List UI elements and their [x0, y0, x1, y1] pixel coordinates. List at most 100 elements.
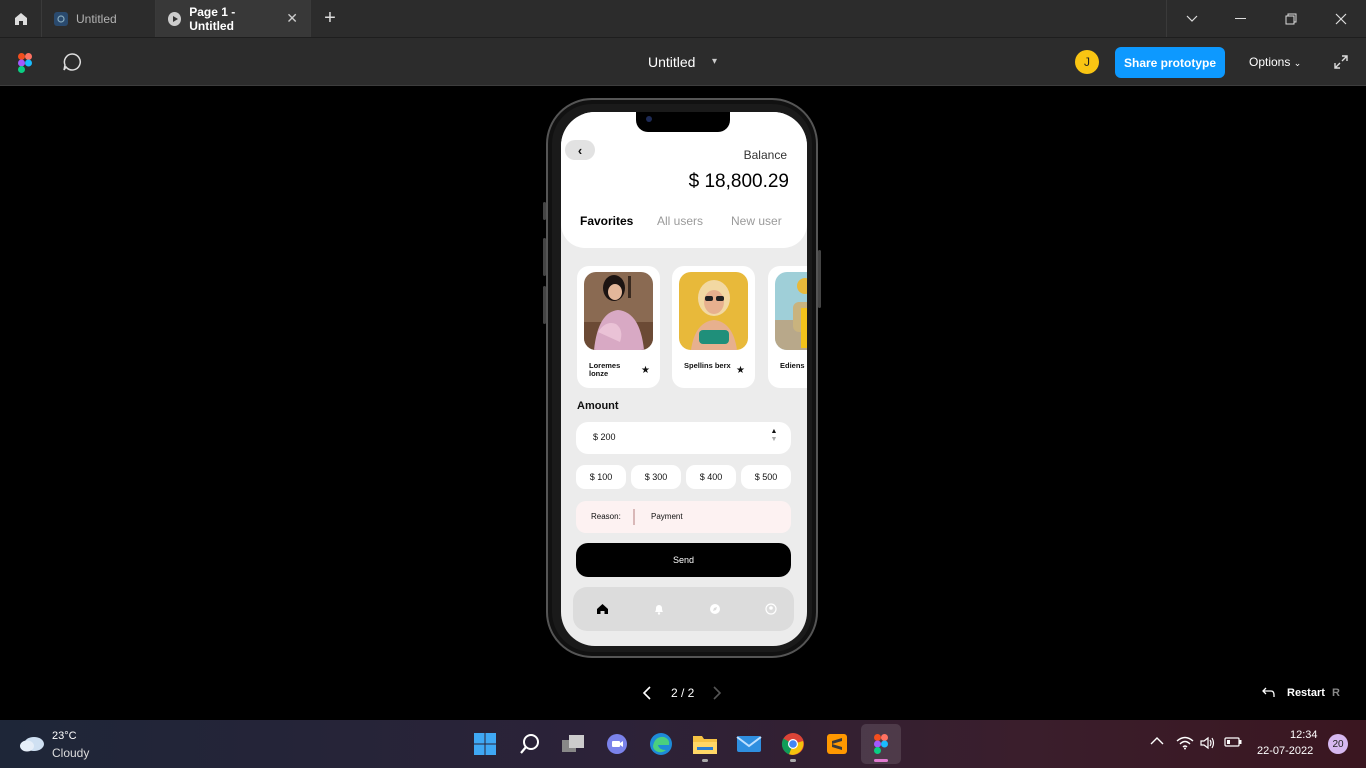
amount-chip-100[interactable]: $ 100	[576, 465, 626, 489]
window-tab-bar: Untitled Page 1 - Untitled ✕ +	[0, 0, 1366, 38]
amount-stepper[interactable]: ▲ ▼	[770, 428, 778, 446]
options-label: Options	[1249, 55, 1291, 69]
clock-date[interactable]: 22-07-2022	[1257, 745, 1313, 757]
side-button	[818, 250, 821, 308]
tab-label: Page 1 - Untitled	[189, 4, 236, 33]
favorite-card[interactable]: Loremes lonze ★	[577, 266, 660, 388]
tab-untitled[interactable]: Untitled	[42, 0, 156, 37]
running-indicator	[702, 759, 708, 762]
cloud-icon[interactable]	[18, 732, 46, 754]
figma-file-icon	[54, 11, 68, 26]
figma-button[interactable]	[861, 724, 901, 764]
next-frame-icon[interactable]	[711, 685, 723, 701]
amount-label: Amount	[577, 400, 619, 412]
figma-icon	[874, 734, 888, 754]
volume-icon[interactable]	[1200, 736, 1216, 750]
wifi-icon[interactable]	[1176, 736, 1194, 750]
tab-page-1[interactable]: Page 1 - Untitled ✕	[156, 0, 311, 37]
fullscreen-icon[interactable]	[1333, 54, 1349, 70]
windows-taskbar: 23°C Cloudy 12:34 22-07-2022 20	[0, 720, 1366, 768]
search-button[interactable]	[510, 724, 550, 764]
favorite-card[interactable]: Spellins berx ★	[672, 266, 755, 388]
close-tab-icon[interactable]: ✕	[286, 10, 298, 27]
comment-icon[interactable]	[62, 52, 82, 72]
minimize-button[interactable]	[1216, 0, 1266, 37]
home-icon[interactable]	[592, 599, 612, 619]
stepper-up-icon[interactable]: ▲	[770, 428, 778, 436]
tab-new-user[interactable]: New user	[731, 214, 782, 228]
close-icon	[1335, 13, 1347, 24]
sublime-text-button[interactable]	[817, 724, 857, 764]
chevron-down-icon: ⌄	[1293, 58, 1302, 68]
share-prototype-button[interactable]: Share prototype	[1115, 47, 1225, 78]
document-title[interactable]: Untitled	[648, 54, 695, 70]
user-name: Spellins berx	[684, 361, 731, 370]
reason-field[interactable]: Reason: Payment	[576, 501, 791, 533]
figma-logo-icon[interactable]	[18, 53, 32, 73]
previous-frame-icon[interactable]	[641, 685, 653, 701]
restore-icon	[1285, 13, 1297, 24]
tab-label: Untitled	[76, 11, 117, 26]
user-photo	[775, 272, 807, 350]
user-name: Loremes lonze	[589, 361, 621, 378]
play-icon	[168, 11, 182, 26]
minimize-icon	[1235, 17, 1246, 19]
tab-favorites[interactable]: Favorites	[580, 214, 633, 228]
send-button[interactable]: Send	[576, 543, 791, 577]
star-icon[interactable]: ★	[641, 365, 650, 376]
avatar[interactable]: J	[1075, 50, 1099, 74]
mail-button[interactable]	[729, 724, 769, 764]
balance-amount: $ 18,800.29	[688, 171, 789, 192]
edge-icon	[650, 733, 672, 755]
bell-icon[interactable]	[649, 599, 669, 619]
reason-value: Payment	[651, 512, 683, 521]
side-button	[543, 238, 546, 276]
battery-icon[interactable]	[1224, 736, 1242, 748]
running-indicator	[790, 759, 796, 762]
notification-badge[interactable]: 20	[1328, 734, 1348, 754]
home-icon	[14, 12, 27, 25]
video-chat-icon	[607, 734, 627, 754]
file-explorer-button[interactable]	[685, 724, 725, 764]
back-button[interactable]: ‹	[565, 140, 595, 160]
side-button	[543, 286, 546, 324]
search-icon	[520, 734, 539, 754]
reason-label: Reason:	[591, 512, 621, 521]
task-view-button[interactable]	[553, 724, 593, 764]
divider	[633, 509, 635, 525]
stepper-down-icon[interactable]: ▼	[770, 436, 778, 444]
restore-button[interactable]	[1266, 0, 1316, 37]
favorite-card[interactable]: Ediens letn	[768, 266, 807, 388]
compass-icon[interactable]	[705, 599, 725, 619]
weather-temperature[interactable]: 23°C	[52, 730, 77, 742]
edge-button[interactable]	[641, 724, 681, 764]
app-screen: ‹ Balance $ 18,800.29 Favorites All user…	[561, 112, 807, 646]
sublime-text-icon	[827, 734, 847, 754]
restart-button[interactable]: Restart	[1287, 687, 1325, 699]
folder-icon	[693, 736, 717, 754]
chevron-down-icon	[1186, 15, 1197, 22]
weather-description[interactable]: Cloudy	[52, 746, 89, 760]
tab-list-button[interactable]	[1166, 0, 1216, 37]
tab-all-users[interactable]: All users	[657, 214, 703, 228]
camera-icon	[646, 116, 652, 122]
home-button[interactable]	[0, 0, 42, 37]
close-window-button[interactable]	[1316, 0, 1366, 37]
chevron-down-icon[interactable]: ▾	[712, 56, 717, 67]
star-icon[interactable]: ★	[736, 365, 745, 376]
clock-time[interactable]: 12:34	[1290, 729, 1318, 741]
user-photo	[679, 272, 748, 350]
chrome-button[interactable]	[773, 724, 813, 764]
start-button[interactable]	[465, 724, 505, 764]
amount-input[interactable]: $ 200 ▲ ▼	[576, 422, 791, 454]
options-menu[interactable]: Options ⌄	[1249, 55, 1301, 69]
windows-icon	[474, 733, 496, 755]
amount-chip-400[interactable]: $ 400	[686, 465, 736, 489]
chevron-up-icon[interactable]	[1150, 736, 1164, 746]
amount-chip-300[interactable]: $ 300	[631, 465, 681, 489]
new-tab-button[interactable]: +	[311, 0, 349, 37]
user-icon[interactable]	[761, 599, 781, 619]
restart-icon[interactable]	[1261, 686, 1275, 698]
amount-chip-500[interactable]: $ 500	[741, 465, 791, 489]
teams-chat-button[interactable]	[597, 724, 637, 764]
